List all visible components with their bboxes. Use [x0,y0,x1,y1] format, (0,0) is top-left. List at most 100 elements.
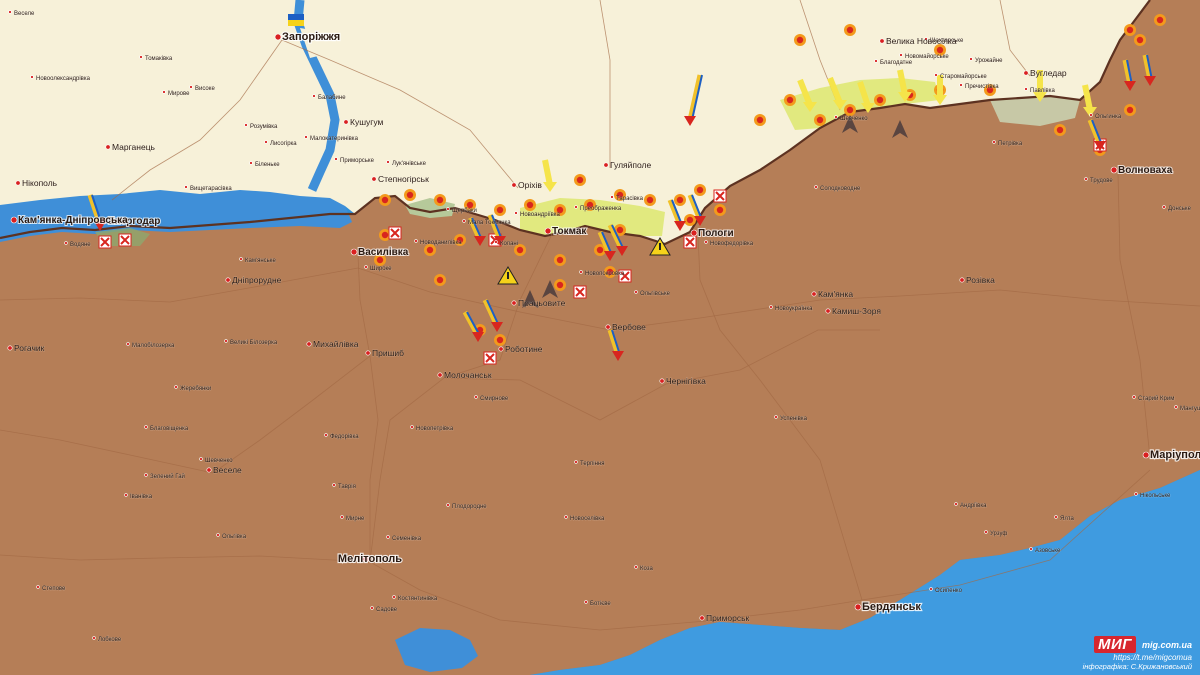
settlement-label: Степногірськ [378,174,429,184]
settlement-label: Солодководне [820,186,861,192]
settlement-label: Ольгівка [222,534,247,540]
brand-logo: МИГ [1093,636,1136,653]
city-dot [332,483,336,487]
city-dot [244,123,248,127]
destroyed-marker-icon [118,233,132,247]
settlement-label: Томаківка [145,56,173,62]
destroyed-marker-icon [683,235,697,249]
city-dot [225,277,231,283]
settlement-label: Лук'янівське [392,161,427,167]
city-dot [7,345,13,351]
settlement-label: Таврія [338,484,356,490]
explosion-icon [554,279,566,291]
settlement-label: Велика Новосілка [886,36,957,46]
city-dot [969,57,973,61]
city-dot [144,473,148,477]
settlement-label: Семенівка [392,536,422,542]
settlement-label: Андріївка [960,503,987,509]
city-dot [364,265,368,269]
settlement-label: Костянтинівка [398,596,438,602]
site-link[interactable]: mig.com.ua [1142,640,1192,650]
explosion-icon [844,104,856,116]
explosion-icon [379,194,391,206]
settlement-label: Осипенко [935,588,963,594]
city-dot [879,38,885,44]
city-dot [224,339,228,343]
settlement-label: Михайлівка [313,339,359,349]
telegram-link[interactable]: https://t.me/migcomua [1083,653,1192,662]
destroyed-marker-icon [483,351,497,365]
city-dot [324,433,328,437]
settlement-label: Дніпрорудне [232,275,282,285]
explosion-icon [684,214,696,226]
city-dot [144,425,148,429]
settlement-label: Біленьке [255,162,280,168]
city-dot [874,59,878,63]
settlement-label: Благовіщенка [150,426,189,432]
settlement-label: Павлівка [1030,88,1055,94]
settlement-label: Вугледар [1030,68,1067,78]
settlement-label: Новоселівка [570,516,605,522]
settlement-label: Кам'янка-Дніпровська [18,215,128,226]
explosion-icon [754,114,766,126]
settlement-label: Плодородне [452,504,487,510]
settlement-label: Благодатне [880,60,913,66]
settlement-label: Мирне [346,516,365,522]
settlement-label: Кам'янське [245,258,276,264]
explosion-icon [644,194,656,206]
settlement-label: Розівка [966,275,995,285]
city-dot [544,227,552,235]
city-dot [704,240,708,244]
author-credit: інфографіка: С.Крижановський [1082,662,1192,671]
city-dot [340,515,344,519]
settlement-label: Щербаки [452,208,477,214]
destroyed-marker-icon [573,285,587,299]
city-dot [1054,515,1058,519]
settlement-label: Пологи [698,228,734,239]
explosion-icon [554,254,566,266]
settlement-label: Роботине [505,344,543,354]
city-dot [774,415,778,419]
settlement-label: Ольгівське [640,291,671,297]
settlement-label: Розумівка [250,124,278,130]
settlement-label: Рогачик [14,343,45,353]
city-dot [834,115,838,119]
settlement-label: Новофедорівка [710,241,754,247]
settlement-label: Урожайне [975,57,1003,64]
city-dot [312,94,316,98]
settlement-label: Новоандріївка [520,212,561,218]
city-dot [249,161,253,165]
city-dot [274,33,282,41]
settlement-label: Високе [195,86,215,92]
explosion-icon [714,204,726,216]
city-dot [1084,177,1088,181]
city-dot [392,595,396,599]
city-dot [899,53,903,57]
settlement-label: Жеребянки [180,386,211,392]
city-dot [304,135,308,139]
settlement-label: Новомайорське [905,53,949,60]
settlement-label: Трудове [1090,178,1113,184]
city-dot [306,341,312,347]
city-dot [446,503,450,507]
settlement-label: Нікополь [22,178,58,188]
settlement-label: Терпіння [580,461,604,467]
settlement-label: Широке [370,266,392,272]
city-dot [934,73,938,77]
settlement-label: Старий Крим [1138,395,1174,402]
settlement-label: Малобілозерка [132,343,175,349]
settlement-label: Бердянськ [862,601,921,613]
city-dot [1089,113,1093,117]
destroyed-marker-icon [98,235,112,249]
front-map: Веселе Томаківка Новоолександрівка Мирове Ви… [0,0,1200,675]
settlement-label: Мала Токмачка [468,220,511,226]
explosion-icon [814,114,826,126]
settlement-label: Федорівка [330,434,359,440]
settlement-label: Вищетарасівка [190,186,232,192]
settlement-label: Приморськ [706,613,750,623]
city-dot [511,300,517,306]
city-dot [64,241,68,245]
city-dot [1134,492,1138,496]
city-dot [8,10,12,14]
city-dot [690,229,698,237]
